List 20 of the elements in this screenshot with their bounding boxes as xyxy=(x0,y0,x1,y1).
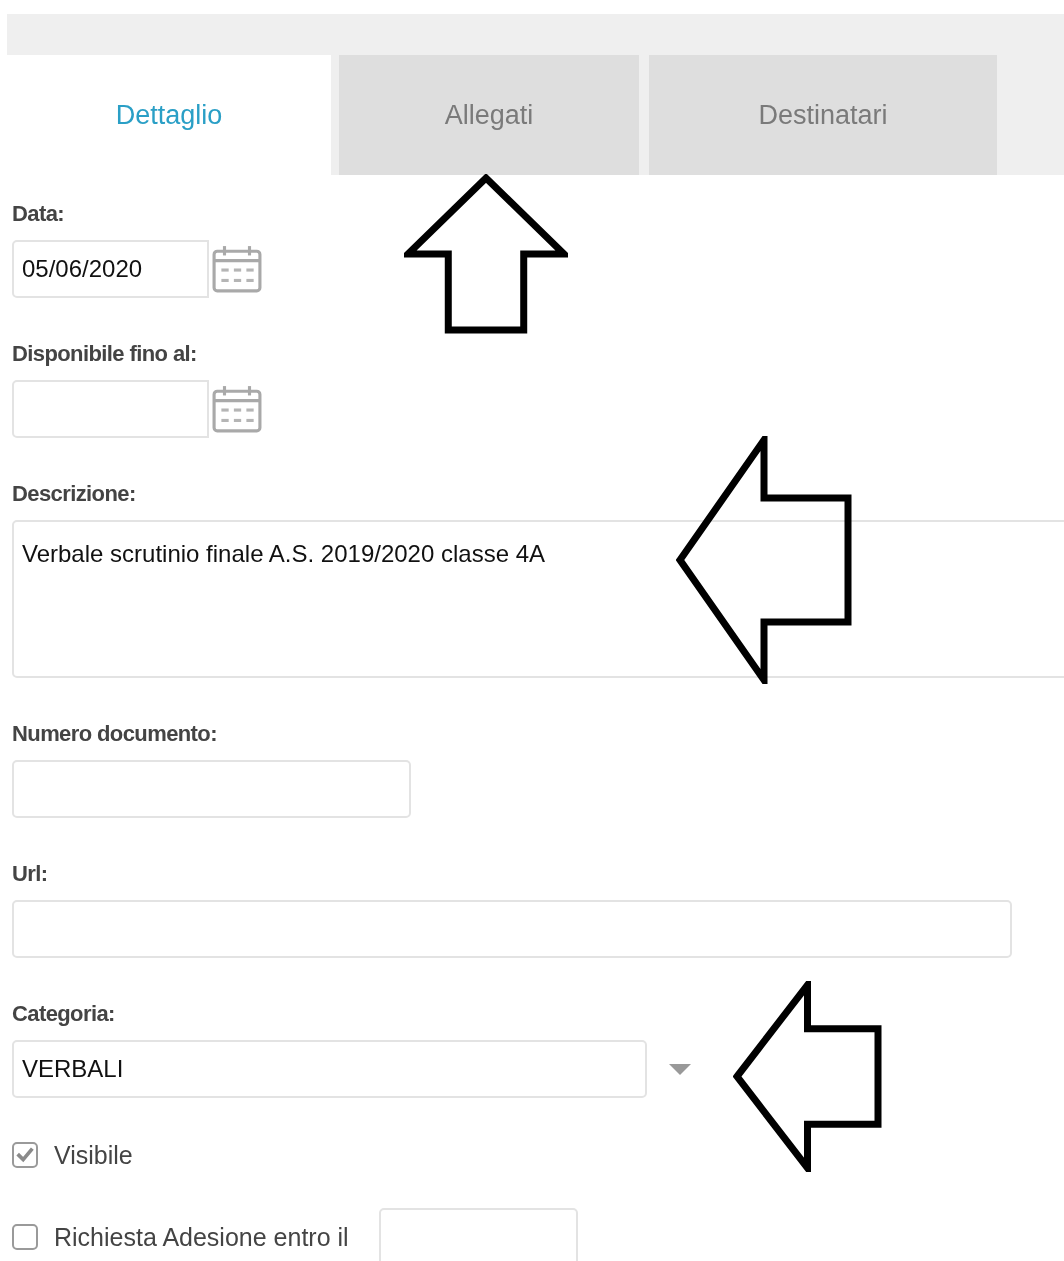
field-label: Numero documento: xyxy=(12,720,217,747)
date-field[interactable] xyxy=(12,380,209,438)
calendar-icon[interactable] xyxy=(212,245,262,293)
description-field[interactable]: Verbale scrutinio finale A.S. 2019/2020 classe 4A xyxy=(12,520,1064,678)
field-label: Descrizione: xyxy=(12,480,136,507)
checkbox[interactable] xyxy=(12,1142,38,1168)
checkbox[interactable] xyxy=(12,1224,38,1250)
caret-icon[interactable] xyxy=(669,1063,691,1075)
checkbox-label: Richiesta Adesione entro il xyxy=(54,1222,349,1252)
date-field[interactable]: 05/06/2020 xyxy=(12,240,209,298)
date-field[interactable] xyxy=(378,1208,578,1261)
field-label: Data: xyxy=(12,200,64,227)
calendar-icon[interactable] xyxy=(212,385,262,433)
field-label: Categoria: xyxy=(12,1000,115,1027)
text-field[interactable] xyxy=(12,900,1012,958)
text-field[interactable] xyxy=(12,760,411,818)
checkbox-label: Visibile xyxy=(54,1140,133,1170)
select-field[interactable]: VERBALI xyxy=(12,1040,647,1098)
field-label: Disponibile fino al: xyxy=(12,340,197,367)
field-label: Url: xyxy=(12,860,48,887)
